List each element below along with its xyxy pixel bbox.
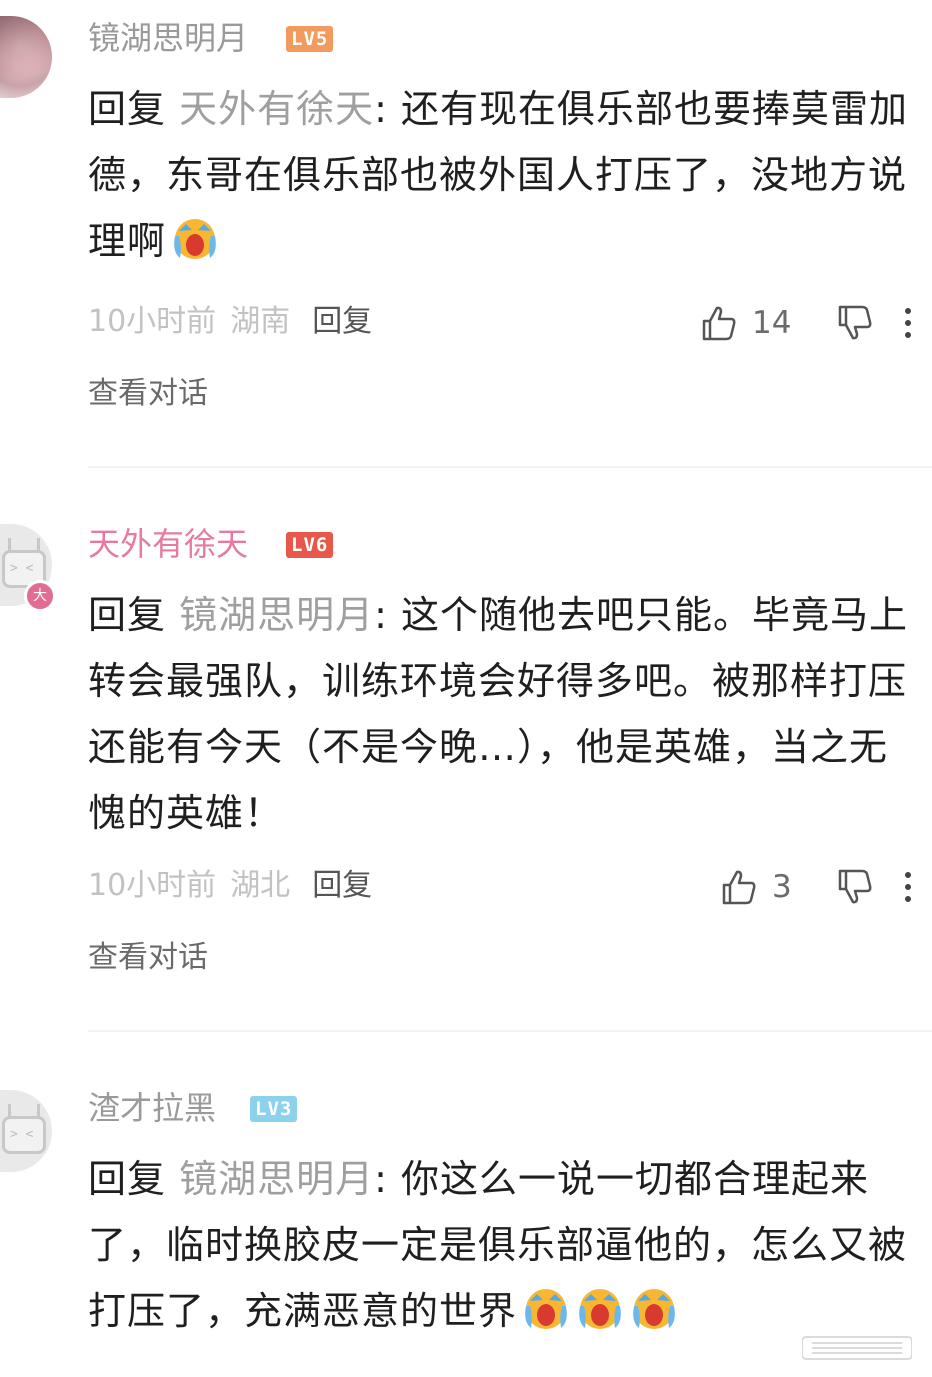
thumbs-up-icon[interactable] <box>718 865 758 909</box>
vip-badge: 大 <box>24 580 56 612</box>
crying-emoji-icon <box>525 1289 567 1329</box>
comment-meta: 10小时前 湖北 回复 <box>88 866 372 906</box>
divider <box>88 466 932 468</box>
reply-target-link[interactable]: 天外有徐天 <box>179 87 374 131</box>
thumbs-down-icon[interactable] <box>834 301 874 345</box>
watermark-icon <box>802 1336 912 1360</box>
reply-prefix: 回复 <box>88 87 180 131</box>
avatar[interactable]: > < <box>0 1090 52 1172</box>
comment-meta: 10小时前 湖南 回复 <box>88 302 372 342</box>
username[interactable]: 天外有徐天 <box>88 524 248 564</box>
reply-button[interactable]: 回复 <box>312 304 372 339</box>
reply-prefix: 回复 <box>88 593 180 637</box>
level-badge: LV3 <box>250 1096 298 1122</box>
divider <box>88 1030 932 1032</box>
level-badge: LV6 <box>286 532 334 558</box>
thumbs-down-icon[interactable] <box>834 865 874 909</box>
reply-colon: : <box>374 593 401 637</box>
crying-emoji-icon <box>633 1289 675 1329</box>
thumbs-up-icon[interactable] <box>698 301 738 345</box>
username[interactable]: 渣才拉黑 <box>88 1088 216 1128</box>
crying-emoji-icon <box>579 1289 621 1329</box>
username[interactable]: 镜湖思明月 <box>88 18 248 58</box>
comment-body: 回复 天外有徐天: 还有现在俱乐部也要捧莫雷加德，东哥在俱乐部也被外国人打压了，… <box>88 76 918 274</box>
location: 湖南 <box>230 304 291 339</box>
timestamp: 10小时前 <box>88 868 217 903</box>
comment-body: 回复 镜湖思明月: 你这么一说一切都合理起来了，临时换胶皮一定是俱乐部逼他的，怎… <box>88 1146 918 1344</box>
view-conversation-link[interactable]: 查看对话 <box>88 938 208 978</box>
more-icon[interactable] <box>903 301 913 345</box>
comment-body: 回复 镜湖思明月: 这个随他去吧只能。毕竟马上转会最强队，训练环境会好得多吧。被… <box>88 582 918 846</box>
more-icon[interactable] <box>903 865 913 909</box>
avatar[interactable] <box>0 16 52 98</box>
crying-emoji-icon <box>174 219 216 259</box>
reply-target-link[interactable]: 镜湖思明月 <box>179 1157 374 1201</box>
location: 湖北 <box>230 868 291 903</box>
timestamp: 10小时前 <box>88 304 217 339</box>
comment-actions: 3 <box>632 865 932 909</box>
like-count: 3 <box>772 869 792 905</box>
comment-actions: 14 <box>632 301 932 345</box>
reply-button[interactable]: 回复 <box>312 868 372 903</box>
reply-colon: : <box>374 87 401 131</box>
reply-target-link[interactable]: 镜湖思明月 <box>179 593 374 637</box>
level-badge: LV5 <box>286 26 334 52</box>
like-count: 14 <box>752 305 792 341</box>
reply-prefix: 回复 <box>88 1157 180 1201</box>
view-conversation-link[interactable]: 查看对话 <box>88 374 208 414</box>
reply-colon: : <box>374 1157 401 1201</box>
